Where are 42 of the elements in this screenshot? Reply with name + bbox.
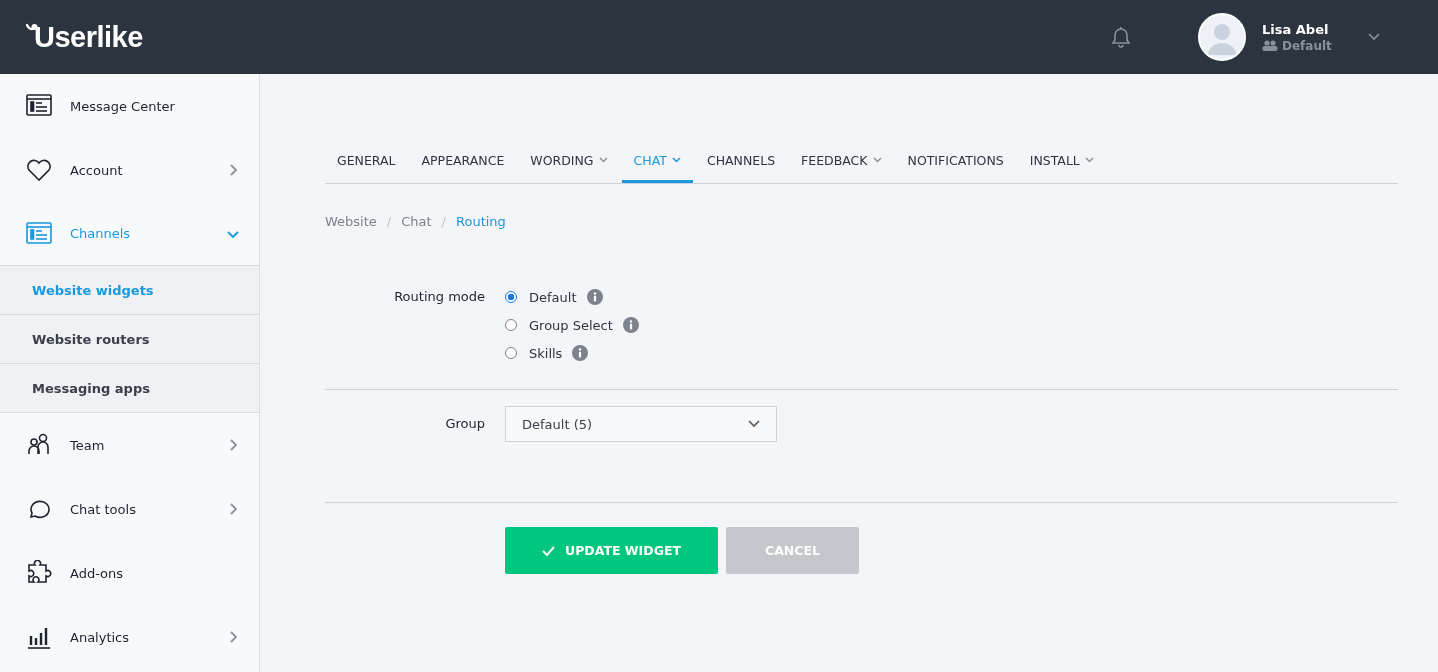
user-name: Lisa Abel [1262,21,1330,37]
tab[interactable]: GENERAL [325,148,408,183]
sidebar-subitem[interactable]: Website routers [0,315,259,364]
puzzle-piece-icon [26,560,52,586]
browser-window-icon [26,93,52,119]
breadcrumb-link[interactable]: Website [325,214,377,229]
group-icon [1262,40,1278,51]
breadcrumb-separator: / [386,214,392,229]
sidebar-subitem[interactable]: Messaging apps [0,364,259,413]
radio-label[interactable]: Group Select [529,317,613,333]
field-label: Routing mode [393,289,486,306]
sidebar-item[interactable]: Add-ons [0,541,259,605]
avatar[interactable] [1198,13,1246,61]
sidebar-item[interactable]: Chat tools [0,477,259,541]
sidebar-item[interactable]: Message Center [0,74,259,138]
caret-icon[interactable] [1368,33,1380,41]
user-group: Default [1282,38,1332,53]
tab[interactable]: NOTIFICATIONS [895,148,1016,183]
radio-button[interactable] [505,291,517,303]
sidebar-item[interactable]: Team [0,413,259,477]
field-label: Group [444,416,486,432]
info-icon[interactable] [622,317,639,333]
sidebar-item[interactable]: Analytics [0,605,259,669]
info-icon[interactable] [586,289,603,305]
caret-icon [748,420,760,428]
info-icon[interactable] [572,345,589,361]
tab[interactable]: WORDING [518,148,620,183]
browser-window-icon [26,220,52,247]
radio-label[interactable]: Default [529,289,577,305]
checkmark-icon [542,545,555,556]
tab[interactable]: FEEDBACK [789,148,894,183]
tab[interactable]: INSTALL [1017,148,1106,183]
radio-button[interactable] [505,347,517,359]
tab[interactable]: APPEARANCE [409,148,517,183]
tab[interactable]: CHANNELS [694,148,788,183]
sidebar-item[interactable]: Account [0,138,259,202]
radio-button[interactable] [505,319,517,331]
breadcrumb-link[interactable]: Chat [401,214,432,229]
radio-label[interactable]: Skills [529,345,563,361]
heart-icon [26,157,52,183]
breadcrumb-separator: / [441,214,446,229]
group-select[interactable]: Default (5) [505,406,777,442]
